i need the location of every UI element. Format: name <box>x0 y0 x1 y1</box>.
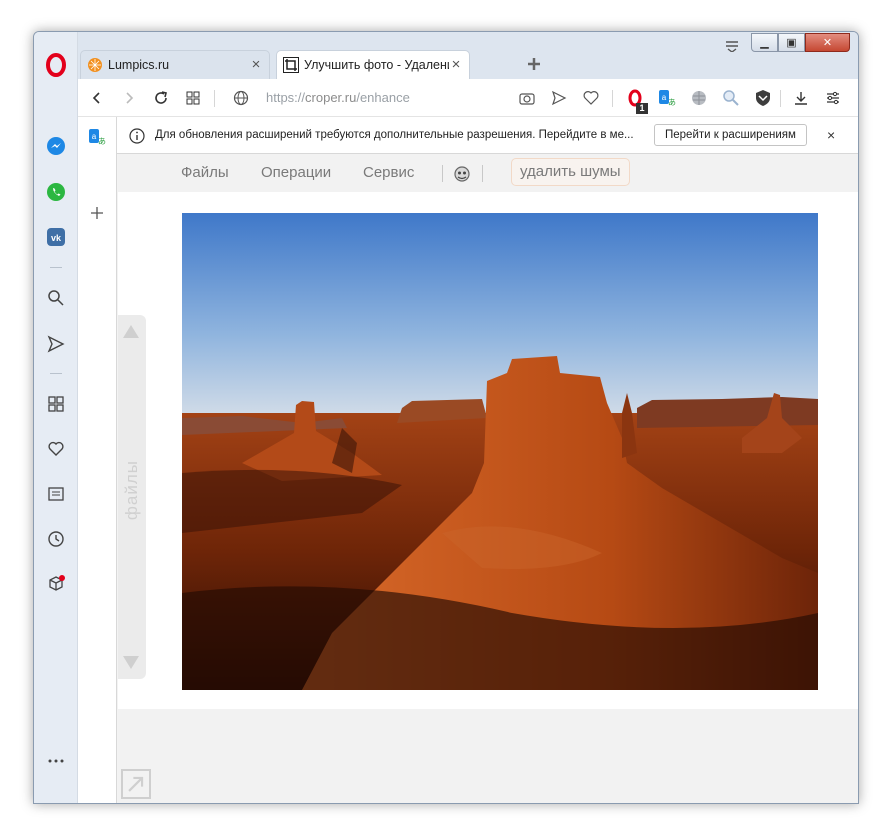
minimize-icon[interactable]: ▁ <box>751 33 778 52</box>
snapshot-camera-icon[interactable] <box>518 89 536 107</box>
add-panel-plus-icon[interactable] <box>90 206 104 225</box>
send-icon[interactable] <box>44 332 68 356</box>
extension-side-panel: aあ <box>78 117 117 803</box>
globe-icon[interactable] <box>232 89 250 107</box>
page-content: Файлы Операции Сервис удалить шумы файлы <box>118 154 858 803</box>
remove-noise-button[interactable]: удалить шумы <box>511 158 630 186</box>
share-send-icon[interactable] <box>550 89 568 107</box>
search-icon[interactable] <box>44 286 68 310</box>
extensions-permission-bar: Для обновления расширений требуются допо… <box>117 117 858 154</box>
crop-favicon-icon <box>283 57 299 73</box>
vk-icon[interactable]: vk <box>44 225 68 249</box>
expand-arrow-icon[interactable] <box>121 769 151 799</box>
url-path: /enhance <box>356 90 410 105</box>
svg-text:a: a <box>662 93 667 102</box>
svg-text:vk: vk <box>51 233 62 243</box>
notification-close-icon[interactable]: × <box>827 127 835 143</box>
forward-icon[interactable] <box>120 89 138 107</box>
tab-title: Улучшить фото - Удаление <box>304 58 449 72</box>
shield-extension-icon[interactable] <box>754 89 772 107</box>
history-clock-icon[interactable] <box>44 527 68 551</box>
face-icon[interactable] <box>453 165 471 183</box>
extensions-cube-icon[interactable] <box>44 572 68 596</box>
opera-logo-icon[interactable] <box>44 53 68 77</box>
url-field[interactable]: https://croper.ru/enhance <box>266 90 410 105</box>
svg-text:あ: あ <box>668 98 676 107</box>
browser-window: vk Lumpics.ru × Улучшить фото - Удаление… <box>33 31 859 804</box>
whatsapp-icon[interactable] <box>44 180 68 204</box>
menu-service[interactable]: Сервис <box>363 164 414 181</box>
url-scheme: https:// <box>266 90 306 105</box>
back-icon[interactable] <box>88 89 106 107</box>
address-toolbar: https://croper.ru/enhance 1 aあ <box>78 79 858 117</box>
menu-operations[interactable]: Операции <box>261 164 331 181</box>
go-to-extensions-button[interactable]: Перейти к расширениям <box>654 124 807 146</box>
tab-strip: Lumpics.ru × Улучшить фото - Удаление × … <box>78 32 858 79</box>
tab-croper[interactable]: Улучшить фото - Удаление × <box>276 50 470 79</box>
scroll-up-arrow-icon[interactable] <box>123 325 139 338</box>
heart-icon[interactable] <box>44 437 68 461</box>
tab-menu-icon[interactable] <box>724 40 740 52</box>
orange-favicon-icon <box>88 58 102 72</box>
new-tab-plus-icon[interactable] <box>526 56 542 72</box>
easy-setup-icon[interactable] <box>824 89 842 107</box>
image-canvas <box>118 192 858 709</box>
bookmark-heart-icon[interactable] <box>582 89 600 107</box>
extension-badge: 1 <box>636 103 648 114</box>
scroll-down-arrow-icon[interactable] <box>123 656 139 669</box>
vpn-globe-icon[interactable] <box>690 89 708 107</box>
messenger-icon[interactable] <box>44 134 68 158</box>
tab-close-icon[interactable]: × <box>449 57 463 72</box>
url-host: croper.ru <box>305 90 357 105</box>
window-close-icon[interactable]: ✕ <box>805 33 850 52</box>
opera-sidebar: vk <box>34 32 78 803</box>
files-side-tab[interactable]: файлы <box>118 315 146 679</box>
translate-panel-icon[interactable]: aあ <box>88 128 106 151</box>
menu-files[interactable]: Файлы <box>181 164 229 181</box>
site-menu: Файлы Операции Сервис удалить шумы <box>118 154 858 192</box>
tab-lumpics[interactable]: Lumpics.ru × <box>80 50 270 79</box>
reload-icon[interactable] <box>152 89 170 107</box>
translate-extension-icon[interactable]: aあ <box>658 89 676 107</box>
window-controls: ▁ ▣ ✕ <box>751 33 850 52</box>
notification-message: Для обновления расширений требуются допо… <box>155 129 634 141</box>
more-dots-icon[interactable] <box>44 749 68 773</box>
tab-title: Lumpics.ru <box>108 58 170 72</box>
tab-close-icon[interactable]: × <box>249 57 263 72</box>
svg-text:a: a <box>92 132 97 141</box>
files-tab-label: файлы <box>122 460 141 521</box>
download-icon[interactable] <box>792 89 810 107</box>
desert-photo <box>182 213 818 690</box>
info-icon <box>129 128 145 144</box>
tabs-grid-icon[interactable] <box>184 89 202 107</box>
svg-text:あ: あ <box>98 137 106 146</box>
maximize-icon[interactable]: ▣ <box>778 33 805 52</box>
news-icon[interactable] <box>44 482 68 506</box>
magnifier-extension-icon[interactable] <box>722 89 740 107</box>
speed-dial-icon[interactable] <box>44 392 68 416</box>
